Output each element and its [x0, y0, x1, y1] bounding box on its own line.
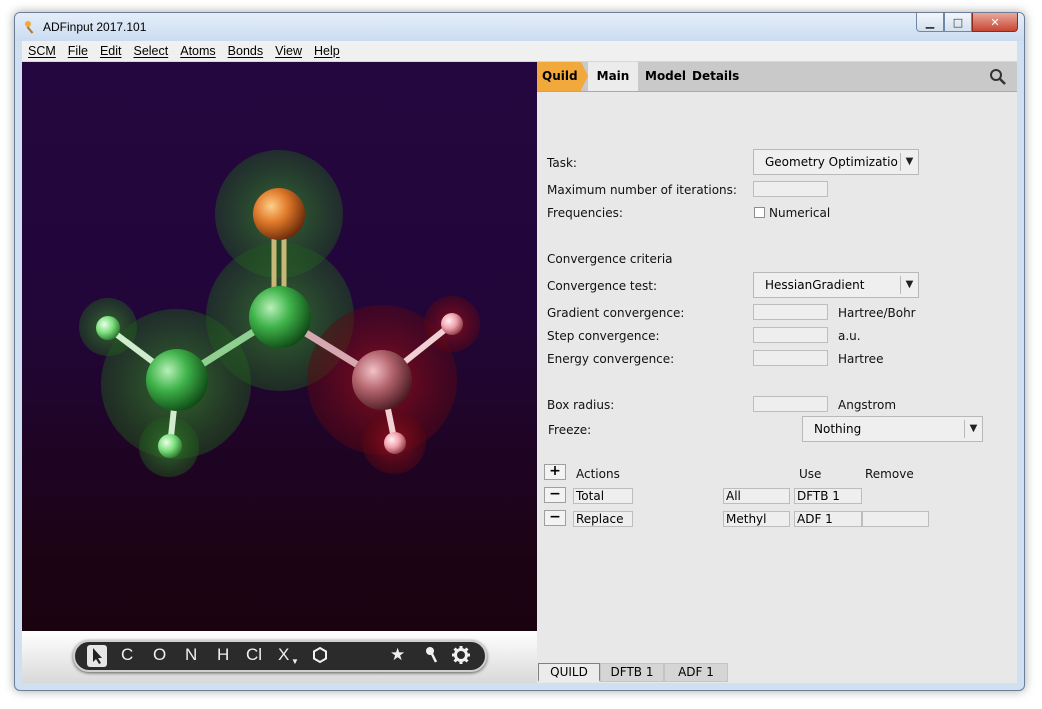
engine-tab-bar: QUILD DFTB 1 ADF 1 [537, 660, 1017, 683]
step-convergence-input[interactable] [753, 327, 828, 343]
atom-toolbar: C O N H Cl X ▼ ★ [73, 640, 487, 672]
tab-main[interactable]: Main [588, 62, 638, 91]
search-icon[interactable] [989, 68, 1007, 86]
menu-help[interactable]: Help [308, 44, 346, 58]
window-title: ADFinput 2017.101 [43, 20, 147, 34]
magnifier-tool-icon[interactable] [424, 645, 440, 667]
freeze-select[interactable]: Nothing ▼ [802, 416, 983, 442]
action-region-field[interactable]: Methyl [723, 511, 790, 527]
settings-panel: Quild Main Model Details Task: Geometry … [537, 62, 1017, 683]
action-use-field[interactable]: DFTB 1 [794, 488, 862, 504]
add-action-button[interactable]: + [544, 464, 566, 480]
hydrogen-atom-bottom[interactable] [158, 434, 182, 458]
freeze-value: Nothing [814, 422, 862, 436]
oxygen-tool[interactable]: O [153, 645, 166, 667]
menu-atoms[interactable]: Atoms [174, 44, 221, 58]
ring-tool-icon[interactable] [311, 645, 329, 667]
carbon-atom-left[interactable] [146, 349, 208, 411]
remove-header: Remove [865, 467, 914, 481]
replaced-hydrogen-atom-2[interactable] [384, 432, 406, 454]
use-header: Use [799, 467, 822, 481]
panel-tab-bar: Quild Main Model Details [537, 62, 1017, 92]
gradient-convergence-label: Gradient convergence: [547, 306, 685, 320]
chevron-down-icon[interactable]: ▼ [900, 276, 918, 294]
convergence-test-select[interactable]: HessianGradient ▼ [753, 272, 919, 298]
task-select-value: Geometry Optimizatio [765, 155, 898, 169]
chevron-down-icon[interactable]: ▼ [900, 153, 918, 171]
frequencies-label: Frequencies: [547, 206, 623, 220]
chevron-down-icon[interactable]: ▼ [964, 420, 982, 438]
nitrogen-tool[interactable]: N [185, 645, 197, 667]
energy-convergence-input[interactable] [753, 350, 828, 366]
tab-quild-arrow [581, 62, 588, 90]
task-select[interactable]: Geometry Optimizatio ▼ [753, 149, 919, 175]
hydrogen-atom-left[interactable] [96, 316, 120, 340]
remove-action-button[interactable]: − [544, 510, 566, 526]
menu-scm[interactable]: SCM [22, 44, 62, 58]
title-bar[interactable]: ADFinput 2017.101 ▁ □ ✕ [15, 13, 1024, 41]
tab-details[interactable]: Details [692, 62, 739, 91]
gradient-unit: Hartree/Bohr [838, 306, 916, 320]
settings-gear-icon[interactable] [451, 645, 471, 667]
freeze-label: Freeze: [548, 423, 592, 437]
box-radius-unit: Angstrom [838, 398, 897, 412]
action-region-field[interactable]: All [723, 488, 790, 504]
action-type-field[interactable]: Replace [573, 511, 633, 527]
menu-file[interactable]: File [62, 44, 94, 58]
max-iterations-label: Maximum number of iterations: [547, 183, 737, 197]
remove-action-button[interactable]: − [544, 487, 566, 503]
maximize-button[interactable]: □ [944, 13, 972, 32]
menu-select[interactable]: Select [127, 44, 174, 58]
carbon-tool[interactable]: C [121, 645, 133, 667]
tab-dftb-1[interactable]: DFTB 1 [600, 663, 664, 682]
minimize-button[interactable]: ▁ [916, 13, 944, 32]
box-radius-input[interactable] [753, 396, 828, 412]
carbon-atom-center[interactable] [249, 286, 311, 348]
convergence-criteria-heading: Convergence criteria [547, 252, 673, 266]
tab-model[interactable]: Model [645, 62, 686, 91]
oxygen-atom[interactable] [253, 188, 305, 240]
tab-quild-engine[interactable]: QUILD [538, 663, 600, 682]
menu-bar: SCM File Edit Select Atoms Bonds View He… [22, 41, 1017, 62]
select-tool-icon[interactable] [87, 645, 107, 667]
app-window: ADFinput 2017.101 ▁ □ ✕ SCM File Edit Se… [14, 12, 1025, 691]
energy-convergence-label: Energy convergence: [547, 352, 675, 366]
max-iterations-input[interactable] [753, 181, 828, 197]
menu-view[interactable]: View [269, 44, 308, 58]
action-type-field[interactable]: Total [573, 488, 633, 504]
replaced-hydrogen-atom-1[interactable] [441, 313, 463, 335]
numerical-label: Numerical [769, 206, 831, 220]
element-dropdown-icon[interactable]: ▼ [291, 652, 299, 674]
action-remove-field[interactable] [862, 511, 929, 527]
hydrogen-tool[interactable]: H [217, 645, 229, 667]
task-label: Task: [547, 156, 577, 170]
element-x-tool[interactable]: X [278, 645, 289, 667]
gradient-convergence-input[interactable] [753, 304, 828, 320]
convergence-test-label: Convergence test: [547, 279, 658, 293]
numerical-checkbox[interactable] [754, 207, 765, 218]
molecule-view[interactable] [22, 62, 537, 632]
favorites-star-icon[interactable]: ★ [390, 645, 405, 667]
step-convergence-label: Step convergence: [547, 329, 660, 343]
convergence-test-value: HessianGradient [765, 278, 865, 292]
app-icon [25, 21, 34, 34]
energy-unit: Hartree [838, 352, 884, 366]
molecule-viewport[interactable]: C O N H Cl X ▼ ★ [22, 62, 537, 683]
menu-bonds[interactable]: Bonds [222, 44, 269, 58]
replaced-carbon-atom[interactable] [352, 350, 412, 410]
close-button[interactable]: ✕ [972, 13, 1018, 32]
box-radius-label: Box radius: [547, 398, 615, 412]
action-use-field[interactable]: ADF 1 [794, 511, 862, 527]
menu-edit[interactable]: Edit [94, 44, 128, 58]
tab-adf-1[interactable]: ADF 1 [664, 663, 728, 682]
actions-header: Actions [576, 467, 620, 481]
step-unit: a.u. [838, 329, 861, 343]
tab-quild[interactable]: Quild [537, 62, 581, 91]
chlorine-tool[interactable]: Cl [246, 645, 262, 667]
